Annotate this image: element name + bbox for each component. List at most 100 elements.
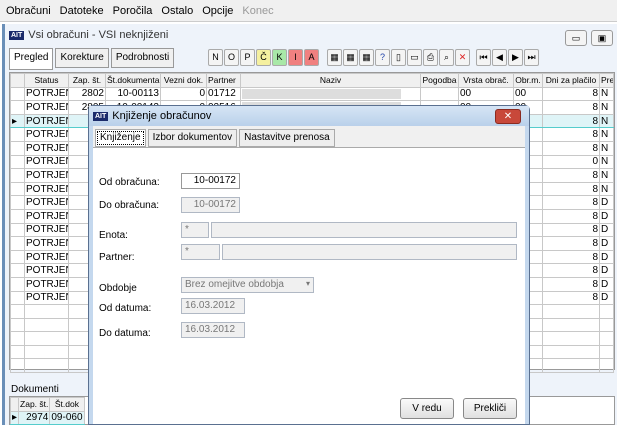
cell-zap: 2974	[18, 410, 51, 425]
column-header[interactable]: Vezni dok.	[160, 73, 207, 88]
empty-cell	[599, 344, 614, 360]
cell-dni: 8	[542, 276, 600, 292]
table-row[interactable]: POTRJEN 2802 10-00113 0 01712 00 00 8 N	[10, 86, 614, 102]
table-row[interactable]: ▸ 2974 09-060	[9, 410, 85, 425]
column-header[interactable]: Obr.m.	[513, 73, 543, 88]
do-datuma-input[interactable]: 16.03.2012	[181, 322, 245, 338]
new-icon[interactable]: ▯	[391, 49, 406, 66]
partner-name-input[interactable]	[222, 244, 517, 260]
enota-label: Enota:	[99, 230, 128, 241]
od-datuma-input[interactable]: 16.03.2012	[181, 298, 245, 314]
cell-zap: 2802	[68, 86, 106, 102]
tab-knjiženje[interactable]: Knjiženje	[95, 129, 146, 147]
import-icon[interactable]: ▦	[359, 49, 374, 66]
dokumenti-label: Dokumenti	[11, 384, 59, 395]
cell-dni: 8	[542, 86, 600, 102]
row-indicator	[10, 127, 25, 142]
empty-cell	[24, 358, 69, 374]
cell-dni: 8	[542, 181, 600, 197]
column-header[interactable]: Vrsta obrač.	[458, 73, 514, 88]
delete-icon[interactable]: ✕	[455, 49, 470, 66]
filter-button-I[interactable]: I	[288, 49, 303, 66]
column-header[interactable]: Št.dokumenta	[105, 73, 161, 88]
enota-code-input[interactable]: *	[181, 222, 209, 238]
cell-pre: D	[599, 195, 614, 210]
tab-pregled[interactable]: Pregled	[9, 48, 54, 70]
tab-korekture[interactable]: Korekture	[55, 48, 109, 68]
maximize-button[interactable]: ▣	[591, 30, 613, 46]
empty-cell	[24, 304, 69, 319]
column-header[interactable]: Dni za plačilo	[542, 73, 600, 88]
row-indicator: ▸	[9, 410, 20, 425]
cell-pre: N	[599, 100, 614, 115]
last-icon[interactable]: ⏭	[524, 49, 539, 66]
row-indicator	[10, 290, 25, 306]
next-icon[interactable]: ▶	[508, 49, 523, 66]
tab-izbor-dokumentov[interactable]: Izbor dokumentov	[147, 129, 238, 147]
column-header[interactable]: Status	[24, 73, 69, 88]
column-header[interactable]: Št.dok	[49, 397, 85, 412]
tab-podrobnosti[interactable]: Podrobnosti	[110, 48, 175, 68]
column-header[interactable]: Pogodba	[420, 73, 459, 88]
minimize-button[interactable]: ▭	[565, 30, 587, 46]
obdobje-select[interactable]: Brez omejitve obdobja ▾	[181, 277, 314, 293]
filter-button-Č[interactable]: Č	[256, 49, 271, 66]
column-header[interactable]: Zap. št.	[68, 73, 106, 88]
cell-dni: 8	[542, 236, 600, 251]
filter-button-P[interactable]: P	[240, 49, 255, 66]
report-icon[interactable]: ▦	[327, 49, 342, 66]
menu-obračuni[interactable]: Obračuni	[6, 5, 51, 17]
cell-pre: D	[599, 236, 614, 251]
search-icon[interactable]: ⌕	[439, 49, 454, 66]
cell-dok: 10-00113	[105, 86, 161, 102]
cell-status: POTRJEN	[24, 127, 69, 142]
cancel-button[interactable]: Prekliči	[463, 398, 517, 419]
cell-dni: 8	[542, 113, 600, 129]
row-indicator: ▸	[10, 113, 25, 129]
enota-name-input[interactable]	[211, 222, 517, 238]
ok-button[interactable]: V redu	[400, 398, 454, 419]
export-icon[interactable]: ▦	[343, 49, 358, 66]
cell-pre: D	[599, 290, 614, 306]
empty-cell	[542, 358, 600, 374]
partner-code-input[interactable]: *	[181, 244, 220, 260]
row-indicator	[10, 100, 25, 115]
cell-dni: 8	[542, 100, 600, 115]
menu-ostalo[interactable]: Ostalo	[161, 5, 193, 17]
column-header[interactable]: Partner	[206, 73, 241, 88]
cell-pre: N	[599, 140, 614, 156]
print-icon[interactable]: ⎙	[423, 49, 438, 66]
filter-button-K[interactable]: K	[272, 49, 287, 66]
filter-button-A[interactable]: A	[304, 49, 319, 66]
od-obracuna-input[interactable]: 10-00172	[181, 173, 240, 189]
cell-status: POTRJEN	[24, 113, 69, 129]
help-icon[interactable]: ?	[375, 49, 390, 66]
cell-dni: 0	[542, 154, 600, 170]
cell-status: POTRJEN	[24, 86, 69, 102]
cell-status: POTRJEN	[24, 181, 69, 197]
empty-cell	[24, 344, 69, 360]
filter-button-N[interactable]: N	[208, 49, 223, 66]
menu-datoteke[interactable]: Datoteke	[60, 5, 104, 17]
menu-poročila[interactable]: Poročila	[113, 5, 153, 17]
menu-konec[interactable]: Konec	[242, 5, 273, 17]
column-header[interactable]: Naziv	[240, 73, 421, 88]
row-indicator	[10, 222, 25, 238]
do-obracuna-input[interactable]: 10-00172	[181, 197, 240, 213]
column-header[interactable]: Zap. št.	[18, 397, 51, 412]
tab-nastavitve-prenosa[interactable]: Nastavitve prenosa	[239, 129, 335, 147]
empty-cell	[24, 317, 69, 333]
cell-status: POTRJEN	[24, 100, 69, 115]
cell-dni: 8	[542, 222, 600, 238]
open-icon[interactable]: ▭	[407, 49, 422, 66]
filter-button-O[interactable]: O	[224, 49, 239, 66]
cell-status: POTRJEN	[24, 140, 69, 156]
prev-icon[interactable]: ◀	[492, 49, 507, 66]
cell-status: POTRJEN	[24, 208, 69, 224]
menu-opcije[interactable]: Opcije	[202, 5, 233, 17]
cell-dok: 09-060	[49, 410, 85, 425]
column-header[interactable]: Pre	[599, 73, 614, 88]
first-icon[interactable]: ⏮	[476, 49, 491, 66]
close-button[interactable]: ✕	[495, 109, 521, 124]
